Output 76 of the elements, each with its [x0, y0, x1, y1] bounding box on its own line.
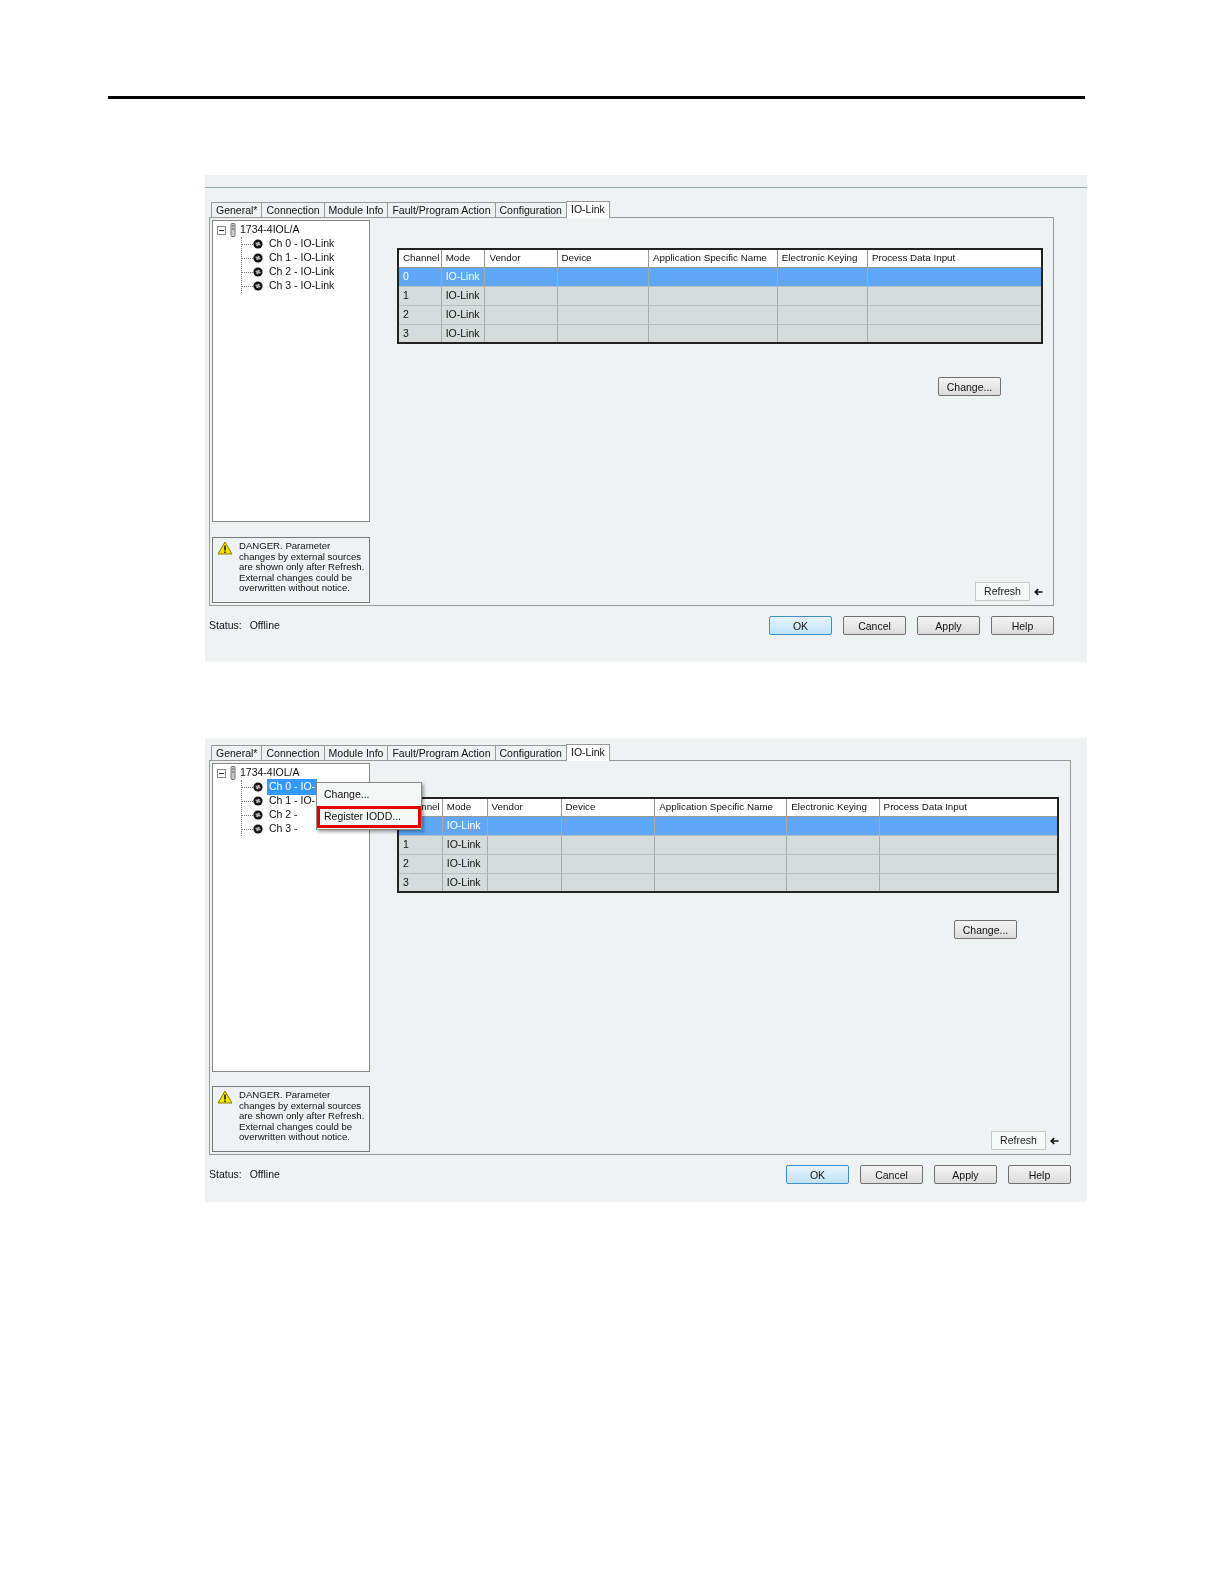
tab[interactable]: Fault/Program Action	[387, 202, 496, 217]
tree-item[interactable]: 1734-4IOL/A	[240, 222, 300, 238]
tab[interactable]: Fault/Program Action	[387, 745, 496, 760]
collapse-icon[interactable]	[217, 225, 226, 235]
dialog-button[interactable]: OK	[769, 616, 832, 635]
tree-item[interactable]: 1734-4IOL/A	[240, 765, 300, 781]
collapse-icon[interactable]	[217, 768, 226, 778]
tab[interactable]: General*	[211, 745, 263, 760]
column-header[interactable]: Device	[557, 249, 649, 268]
dialog-button[interactable]: Help	[1008, 1165, 1071, 1184]
channel-icon	[253, 253, 263, 263]
module-icon	[230, 766, 236, 780]
table-cell[interactable]: 2	[398, 854, 443, 874]
channel-icon	[253, 782, 263, 792]
column-header[interactable]: Process Data Input	[867, 249, 1042, 268]
column-header[interactable]: Application Specific Name	[648, 249, 778, 268]
channel-icon	[253, 824, 263, 834]
channel-icon	[253, 281, 263, 291]
menu-item[interactable]: Register IODD...	[317, 806, 421, 828]
channel-icon	[253, 239, 263, 249]
dialog-button[interactable]: Apply	[934, 1165, 997, 1184]
change-button[interactable]: Change...	[954, 920, 1017, 940]
left-arrow-icon	[1050, 1136, 1059, 1145]
tree-item[interactable]: Ch 1 - IO-Link	[267, 250, 337, 266]
column-header[interactable]: Device	[561, 798, 655, 817]
tab[interactable]: Connection	[261, 745, 325, 760]
tab[interactable]: IO-Link	[565, 744, 610, 761]
refresh-button[interactable]: Refresh	[975, 582, 1030, 601]
tab[interactable]: General*	[211, 202, 263, 217]
column-header[interactable]: Process Data Input	[879, 798, 1058, 817]
tab[interactable]: Connection	[261, 202, 325, 217]
status-label: Status:	[209, 617, 242, 633]
status-label: Status:	[209, 1166, 242, 1182]
dialog-button[interactable]: Help	[991, 616, 1054, 635]
column-header[interactable]: Vendor	[487, 798, 561, 817]
table-cell[interactable]: 3	[398, 873, 443, 893]
dialog-button[interactable]: OK	[786, 1165, 849, 1184]
tree-item[interactable]: Ch 1 - IO-	[267, 793, 318, 809]
column-header[interactable]: Mode	[442, 798, 488, 817]
column-header[interactable]: Channel	[398, 249, 442, 268]
column-header[interactable]: Vendor	[484, 249, 558, 268]
refresh-button[interactable]: Refresh	[991, 1131, 1046, 1150]
warning-icon	[217, 541, 233, 555]
warning-icon	[217, 1090, 233, 1104]
column-header[interactable]: Mode	[441, 249, 485, 268]
channel-icon	[253, 267, 263, 277]
tab[interactable]: Configuration	[494, 745, 567, 760]
tree-item[interactable]: Ch 3 -	[267, 821, 300, 837]
warning-text: DANGER. Parameter changes by external sources are shown only after Refresh. External changes could be overwritten without notice.	[239, 541, 366, 596]
dialog-button[interactable]: Cancel	[843, 616, 906, 635]
channel-icon	[253, 810, 263, 820]
tree-item[interactable]: Ch 3 - IO-Link	[267, 278, 337, 294]
status-value: Offline	[249, 1166, 280, 1182]
column-header[interactable]: Electronic Keying	[777, 249, 868, 268]
menu-item[interactable]: Change...	[317, 784, 421, 806]
tab[interactable]: IO-Link	[565, 201, 610, 218]
tree-item[interactable]: Ch 0 - IO-Link	[267, 236, 337, 252]
table-cell[interactable]: 1	[398, 835, 443, 855]
module-icon	[230, 223, 236, 237]
tree-item[interactable]: Ch 2 -	[267, 807, 300, 823]
column-header[interactable]: Application Specific Name	[654, 798, 787, 817]
left-arrow-icon	[1034, 587, 1043, 596]
status-value: Offline	[249, 617, 280, 633]
table-cell[interactable]: 1	[398, 286, 442, 306]
channel-icon	[253, 796, 263, 806]
column-header[interactable]: Electronic Keying	[786, 798, 880, 817]
change-button[interactable]: Change...	[938, 377, 1001, 397]
dialog-button[interactable]: Apply	[917, 616, 980, 635]
warning-text: DANGER. Parameter changes by external sources are shown only after Refresh. External changes could be overwritten without notice.	[239, 1090, 366, 1145]
table-cell[interactable]: 2	[398, 305, 442, 325]
table-cell[interactable]: 3	[398, 324, 442, 344]
tab[interactable]: Module Info	[323, 745, 389, 760]
tree-item[interactable]: Ch 2 - IO-Link	[267, 264, 337, 280]
tab[interactable]: Module Info	[323, 202, 389, 217]
tab[interactable]: Configuration	[494, 202, 567, 217]
dialog-button[interactable]: Cancel	[860, 1165, 923, 1184]
